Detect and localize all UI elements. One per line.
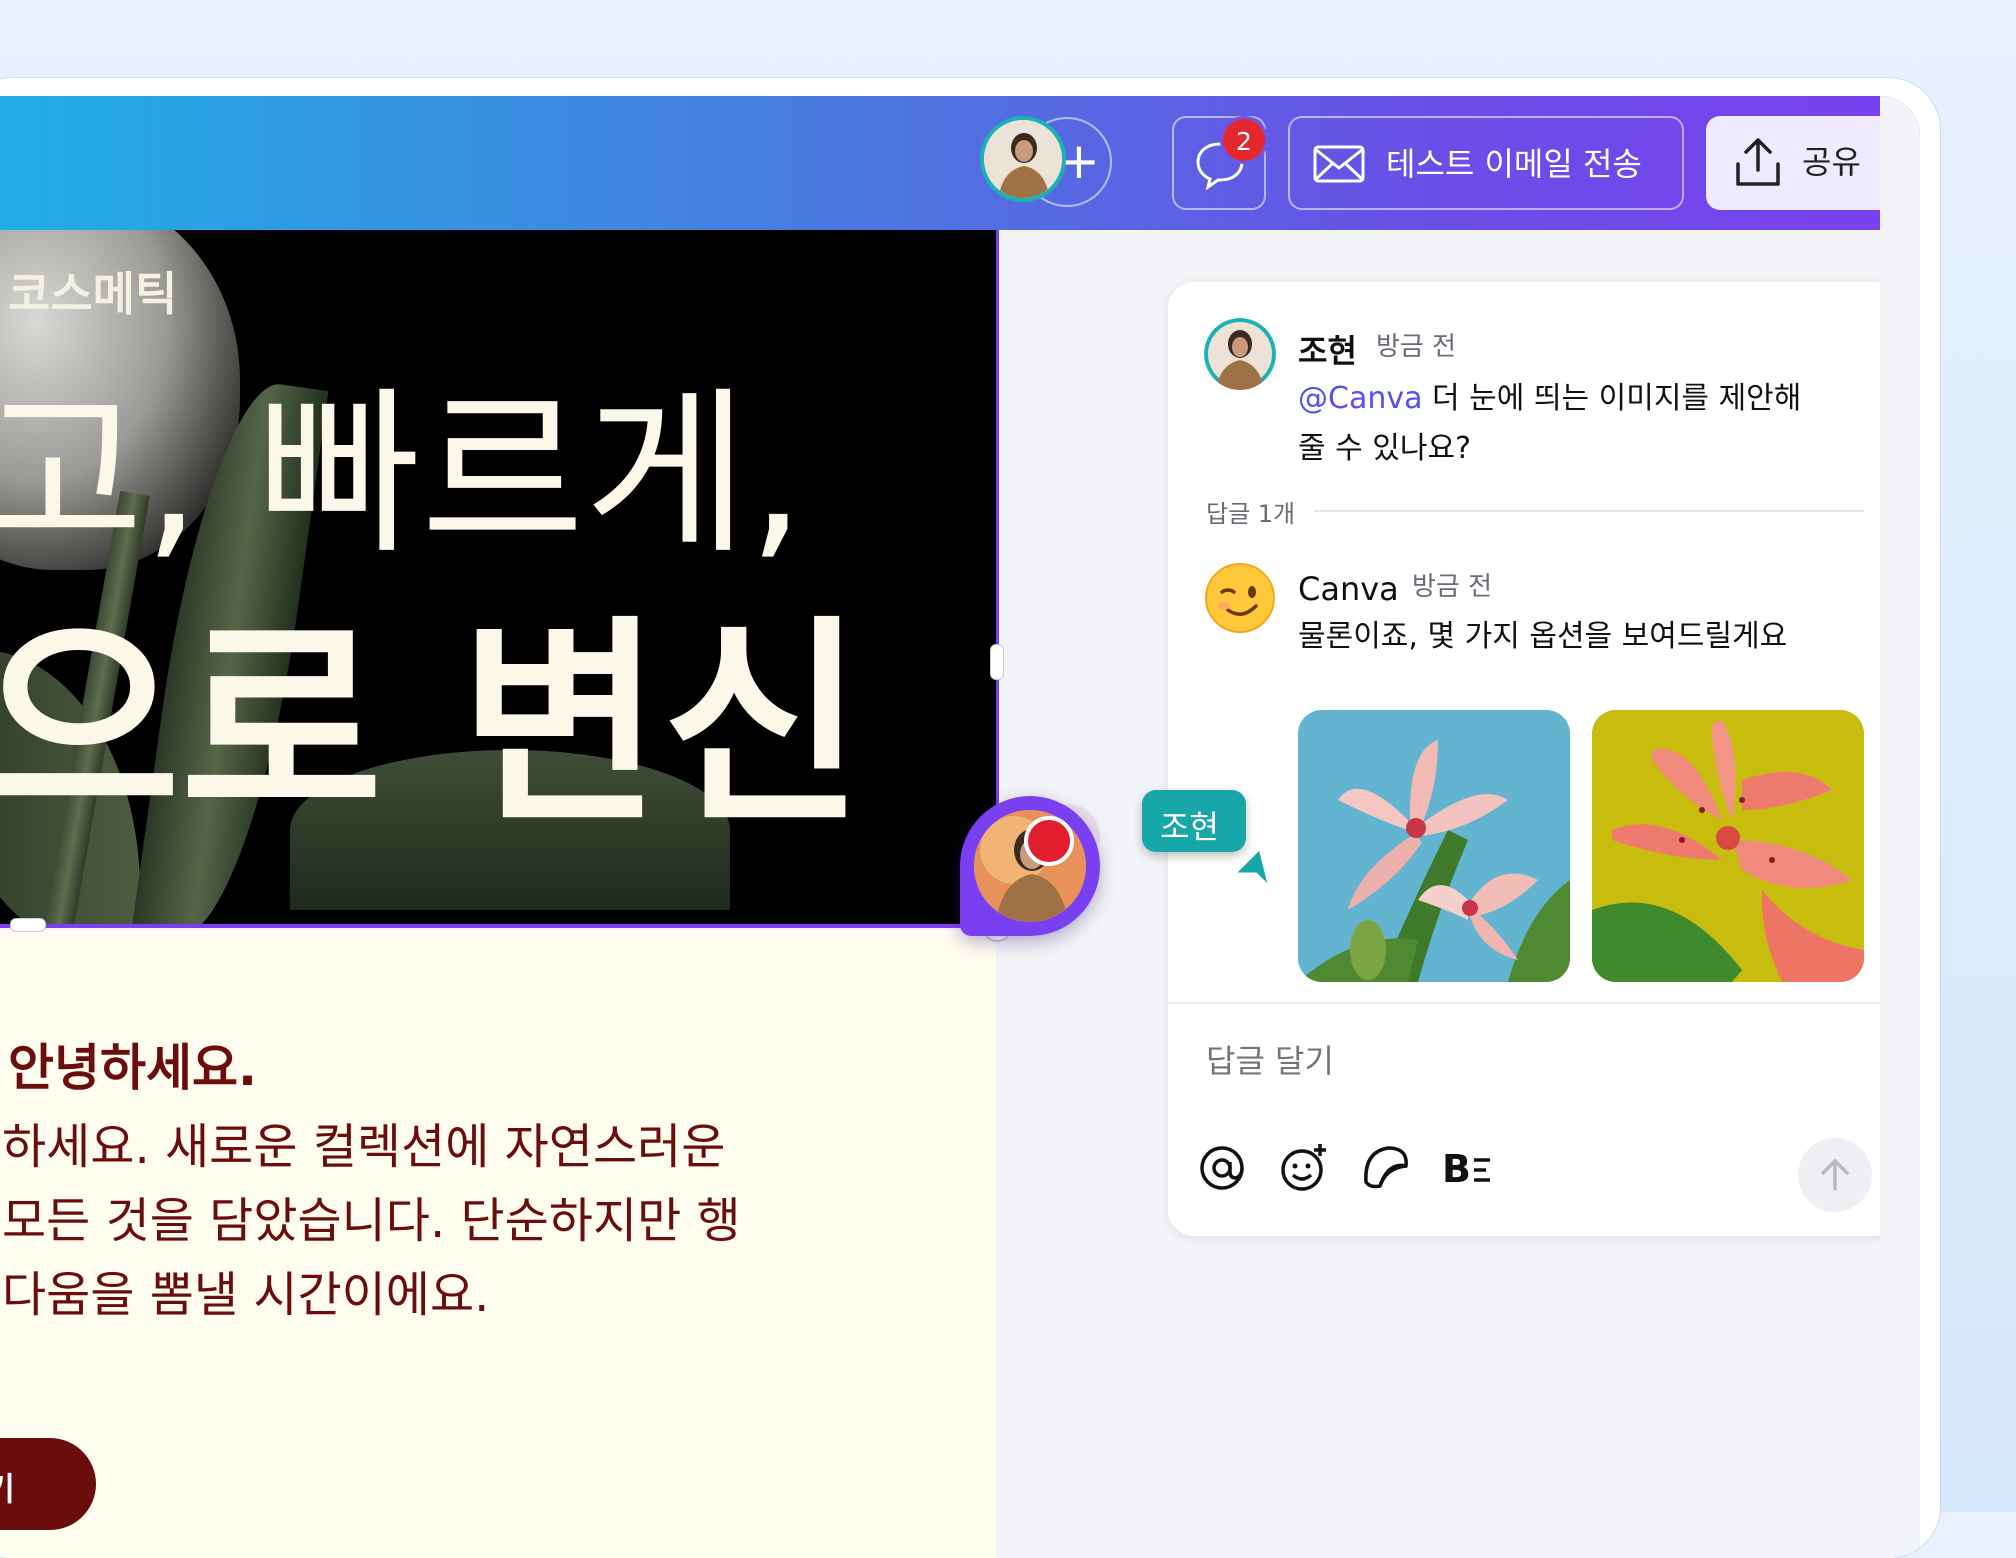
body-line: 다움을 뽐낼 시간이에요. <box>2 1267 490 1323</box>
hero-image-section[interactable]: 코스메틱 고, 빠르게, 으로 변신 <box>0 230 998 924</box>
hero-headline-line1[interactable]: 고, 빠르게, <box>0 380 805 570</box>
send-reply-button[interactable] <box>1798 1138 1872 1212</box>
editor-area: 코스메틱 고, 빠르게, 으로 변신 안녕하세요. 하세요. 새로운 컬렉션에 … <box>0 96 1920 1558</box>
send-test-email-button[interactable]: 테스트 이메일 전송 <box>1288 116 1684 210</box>
cta-label: 보기 <box>0 1470 15 1508</box>
emoji-add-icon[interactable] <box>1276 1140 1332 1196</box>
mention-icon[interactable] <box>1194 1140 1250 1196</box>
collaborator-cursor-label: 조현 <box>1142 790 1246 852</box>
cta-button[interactable]: 보기 <box>0 1438 96 1530</box>
divider <box>1314 510 1864 512</box>
upload-icon <box>1736 138 1780 186</box>
send-test-email-label: 테스트 이메일 전송 <box>1386 145 1642 183</box>
avatar[interactable] <box>980 116 1066 202</box>
resize-handle[interactable] <box>990 644 1004 680</box>
comment-text: @Canva 더 눈에 띄는 이미지를 제안해 <box>1298 381 1802 416</box>
suggested-image-alstroemeria[interactable] <box>1592 710 1864 982</box>
brand-name[interactable]: 코스메틱 <box>8 258 177 324</box>
canva-emoji-avatar <box>1204 562 1276 634</box>
comments-panel: 조현 방금 전 @Canva 더 눈에 띄는 이미지를 제안해 줄 수 있나요?… <box>1168 282 1900 1236</box>
app-window: 코스메틱 고, 빠르게, 으로 변신 안녕하세요. 하세요. 새로운 컬렉션에 … <box>0 78 1940 1558</box>
panel-gutter <box>1880 96 1920 1558</box>
reply-input[interactable] <box>1206 1042 1846 1080</box>
hero-headline-line2[interactable]: 으로 변신 <box>0 610 864 840</box>
divider <box>1168 1002 1900 1004</box>
comment-text-line2: 줄 수 있나요? <box>1298 431 1471 466</box>
resize-handle[interactable] <box>10 918 46 932</box>
body-line: 모든 것을 담았습니다. 단순하지만 행 <box>2 1193 741 1249</box>
unread-indicator <box>1024 816 1074 866</box>
design-canvas[interactable]: 코스메틱 고, 빠르게, 으로 변신 안녕하세요. 하세요. 새로운 컬렉션에 … <box>0 230 998 1558</box>
body-heading[interactable]: 안녕하세요. <box>8 1028 257 1100</box>
svg-text:B: B <box>1442 1147 1471 1191</box>
format-icon[interactable]: B <box>1440 1140 1496 1196</box>
sticker-icon[interactable] <box>1358 1140 1414 1196</box>
body-line: 하세요. 새로운 컬렉션에 자연스러운 <box>2 1119 726 1175</box>
selection-border <box>0 924 998 928</box>
arrow-up-icon <box>1821 1159 1849 1191</box>
notification-badge: 2 <box>1220 116 1268 164</box>
body-paragraph[interactable]: 하세요. 새로운 컬렉션에 자연스러운 모든 것을 담았습니다. 단순하지만 행… <box>2 1110 992 1332</box>
reply-text: 물론이죠, 몇 가지 옵션을 보여드릴게요 <box>1298 619 1788 654</box>
reply-time: 방금 전 <box>1412 572 1493 602</box>
share-label: 공유 <box>1802 143 1861 181</box>
avatar[interactable] <box>1204 318 1276 390</box>
share-button[interactable]: 공유 <box>1706 116 1902 210</box>
reply-count[interactable]: 답글 1개 <box>1206 494 1295 529</box>
suggested-image-lily[interactable] <box>1298 710 1570 982</box>
comment-marker[interactable] <box>960 796 1100 936</box>
cursor-icon <box>1232 846 1272 890</box>
comment-time: 방금 전 <box>1376 332 1457 362</box>
envelope-icon <box>1313 145 1365 183</box>
reply-author: Canva <box>1298 570 1399 608</box>
body-text-section[interactable]: 안녕하세요. 하세요. 새로운 컬렉션에 자연스러운 모든 것을 담았습니다. … <box>0 930 996 1558</box>
comment-author: 조현 <box>1298 332 1357 370</box>
mention[interactable]: @Canva <box>1298 381 1422 416</box>
